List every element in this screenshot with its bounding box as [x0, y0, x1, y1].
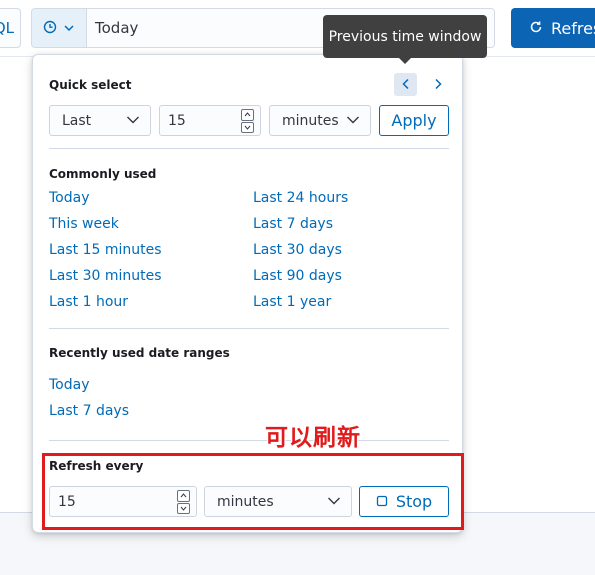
- annotation-label: 可以刷新: [265, 425, 361, 451]
- stepper-down-icon[interactable]: [177, 502, 190, 514]
- query-language-button[interactable]: QL: [0, 8, 21, 48]
- tooltip-arrow: [398, 57, 412, 64]
- apply-label: Apply: [391, 111, 437, 130]
- stepper-up-icon[interactable]: [241, 109, 254, 121]
- refresh-label: Refresh: [551, 18, 595, 38]
- clock-icon: [43, 19, 57, 38]
- refresh-icon: [529, 19, 543, 38]
- stop-refresh-button[interactable]: Stop: [359, 486, 449, 517]
- quick-select-unit-select[interactable]: minutes: [269, 105, 371, 136]
- stop-label: Stop: [395, 492, 433, 511]
- stepper-up-icon[interactable]: [177, 490, 190, 502]
- commonly-used-last-1-year[interactable]: Last 1 year: [253, 294, 331, 310]
- refresh-interval-input[interactable]: 15: [49, 486, 197, 517]
- commonly-used-this-week[interactable]: This week: [49, 216, 119, 232]
- divider: [49, 440, 449, 441]
- commonly-used-today[interactable]: Today: [49, 190, 90, 206]
- stepper-down-icon[interactable]: [241, 121, 254, 133]
- commonly-used-last-1-hour[interactable]: Last 1 hour: [49, 294, 128, 310]
- recently-used-last-7-days[interactable]: Last 7 days: [49, 403, 129, 419]
- chevron-right-icon: [433, 75, 443, 94]
- commonly-used-last-7-days[interactable]: Last 7 days: [253, 216, 333, 232]
- recently-used-title: Recently used date ranges: [49, 346, 230, 360]
- next-time-window-button[interactable]: [426, 73, 449, 96]
- commonly-used-last-30-minutes[interactable]: Last 30 minutes: [49, 268, 162, 284]
- query-language-label: QL: [0, 19, 14, 37]
- commonly-used-title: Commonly used: [49, 167, 157, 181]
- apply-button[interactable]: Apply: [379, 105, 449, 136]
- refresh-unit-select[interactable]: minutes: [204, 486, 352, 517]
- refresh-unit-value: minutes: [217, 493, 274, 510]
- chevron-left-icon: [401, 75, 411, 94]
- date-value: Today: [95, 19, 139, 37]
- unit-value: minutes: [282, 112, 339, 129]
- commonly-used-last-24-hours[interactable]: Last 24 hours: [253, 190, 348, 206]
- refresh-button[interactable]: Refresh: [511, 8, 595, 48]
- tooltip: Previous time window: [323, 15, 487, 58]
- commonly-used-last-30-days[interactable]: Last 30 days: [253, 242, 342, 258]
- direction-value: Last: [62, 112, 92, 129]
- stop-icon: [376, 492, 388, 511]
- amount-stepper[interactable]: [241, 109, 254, 133]
- quick-select-title: Quick select: [49, 78, 132, 92]
- quick-select-popover: Quick select Last 15 minutes Apply Commo…: [32, 54, 464, 533]
- chevron-down-icon: [126, 113, 140, 129]
- refresh-amount-value: 15: [58, 493, 76, 510]
- commonly-used-last-15-minutes[interactable]: Last 15 minutes: [49, 242, 162, 258]
- quick-select-amount-input[interactable]: 15: [159, 105, 261, 136]
- chevron-down-icon: [346, 113, 360, 129]
- refresh-every-title: Refresh every: [49, 459, 144, 473]
- quick-menu-button[interactable]: [32, 9, 87, 47]
- divider: [49, 328, 449, 329]
- tooltip-text: Previous time window: [328, 28, 482, 45]
- previous-time-window-button[interactable]: [394, 73, 417, 96]
- refresh-amount-stepper[interactable]: [177, 490, 190, 514]
- quick-select-direction-select[interactable]: Last: [49, 105, 151, 136]
- chevron-down-icon: [63, 19, 75, 38]
- chevron-down-icon: [327, 494, 341, 510]
- commonly-used-last-90-days[interactable]: Last 90 days: [253, 268, 342, 284]
- recently-used-today[interactable]: Today: [49, 377, 90, 393]
- divider: [49, 148, 449, 149]
